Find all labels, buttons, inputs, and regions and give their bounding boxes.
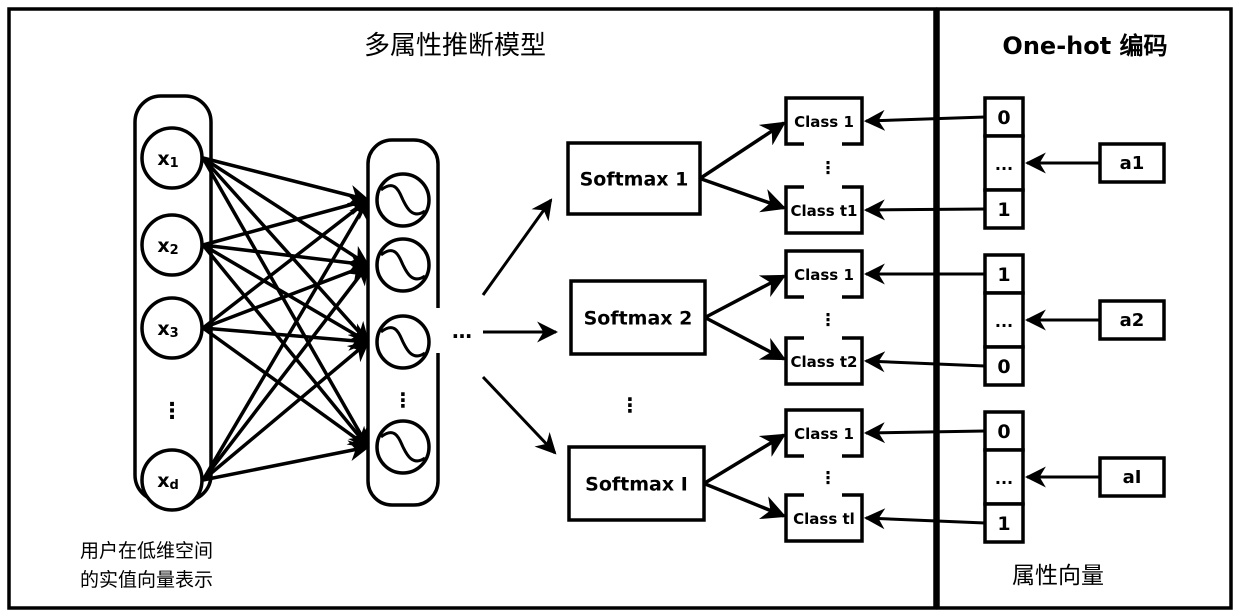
class-label: Class 1 bbox=[794, 266, 854, 284]
class-box-gap bbox=[804, 336, 842, 341]
onehot-panel-title: One-hot 编码 bbox=[1002, 32, 1167, 60]
input-node: x3 bbox=[140, 296, 204, 360]
hidden-ellipsis: ⋮ bbox=[393, 388, 413, 412]
class-ellipsis: ⋮ bbox=[820, 311, 837, 331]
softmax-label: Softmax 1 bbox=[580, 169, 689, 191]
attribute-label: a1 bbox=[1120, 153, 1145, 174]
class-box-gap bbox=[804, 493, 842, 498]
class-ellipsis: ⋮ bbox=[820, 159, 837, 179]
vector-cell-value: 1 bbox=[997, 513, 1010, 535]
input-node-subscript: d bbox=[169, 478, 178, 493]
encoding-arrow-last bbox=[863, 199, 986, 221]
class-label: Class t2 bbox=[791, 353, 858, 371]
hidden-unit bbox=[375, 419, 431, 475]
class-label: Class t1 bbox=[791, 202, 858, 220]
class-ellipsis: ⋮ bbox=[820, 469, 837, 489]
vector-cell-value: 0 bbox=[997, 421, 1010, 443]
attribute-label: aI bbox=[1123, 467, 1142, 488]
vector-cell-value: ... bbox=[995, 469, 1013, 488]
model-panel-title: 多属性推断模型 bbox=[364, 31, 546, 61]
class-label: Class 1 bbox=[794, 113, 854, 131]
softmax-ellipsis: ⋮ bbox=[620, 393, 640, 417]
vector-cell-value: ... bbox=[995, 312, 1013, 331]
attribute-label: a2 bbox=[1120, 310, 1145, 331]
class-box-gap bbox=[804, 295, 842, 300]
vector-cell-value: 1 bbox=[997, 264, 1010, 286]
input-ellipsis: ⋮ bbox=[161, 399, 183, 424]
class-label: Class tl bbox=[793, 510, 855, 528]
multi-attribute-inference-diagram: 多属性推断模型 One-hot 编码 x1 x2 x3 xd ⋮ 用户在低维空间 的实… bbox=[7, 7, 1233, 610]
input-node-subscript: 3 bbox=[170, 326, 179, 341]
input-node: x1 bbox=[140, 126, 204, 190]
class-box-gap bbox=[804, 454, 842, 459]
input-caption-line2: 的实值向量表示 bbox=[80, 569, 213, 591]
input-node-subscript: 1 bbox=[170, 156, 179, 171]
class-box-gap bbox=[804, 142, 842, 147]
onehot-panel bbox=[936, 7, 1233, 610]
input-node: x2 bbox=[140, 213, 204, 277]
between-ellipsis: … bbox=[452, 319, 472, 343]
vector-cell-value: ... bbox=[995, 155, 1013, 174]
class-box-gap bbox=[804, 185, 842, 190]
hidden-unit bbox=[375, 237, 431, 293]
input-node: xd bbox=[140, 448, 204, 512]
hidden-container-gap bbox=[436, 308, 442, 353]
input-caption-line1: 用户在低维空间 bbox=[80, 540, 213, 562]
input-node-subscript: 2 bbox=[170, 243, 179, 258]
hidden-unit bbox=[375, 314, 431, 370]
vector-cell-value: 0 bbox=[997, 107, 1010, 129]
encoding-arrow-first bbox=[863, 422, 986, 444]
vector-cell-value: 1 bbox=[997, 199, 1010, 221]
softmax-label: Softmax I bbox=[585, 474, 688, 496]
vector-cell-value: 0 bbox=[997, 356, 1010, 378]
onehot-panel-caption: 属性向量 bbox=[1012, 563, 1104, 589]
softmax-label: Softmax 2 bbox=[584, 308, 693, 330]
class-label: Class 1 bbox=[794, 425, 854, 443]
hidden-unit bbox=[375, 172, 431, 228]
